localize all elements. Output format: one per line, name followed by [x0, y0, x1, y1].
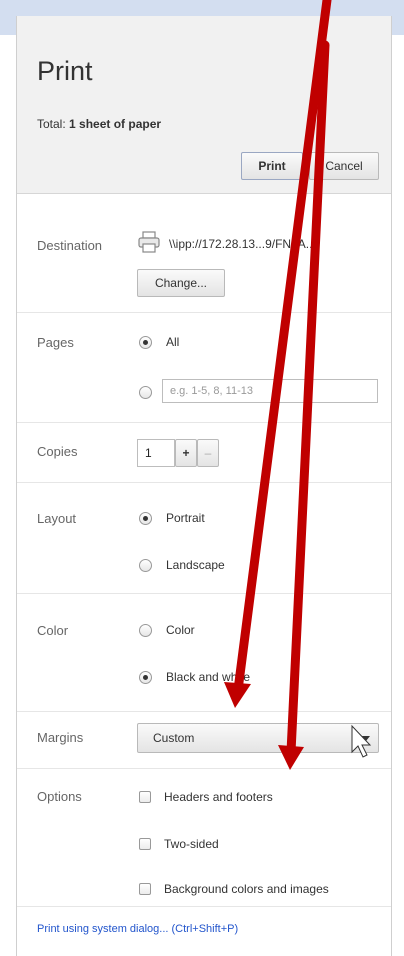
copies-label: Copies — [37, 444, 78, 459]
page-title: Print — [37, 56, 93, 86]
margins-label: Margins — [37, 730, 84, 745]
print-settings-panel: Print Total: 1 sheet of paper Print Canc… — [16, 16, 392, 956]
color-bw-radio[interactable] — [139, 671, 152, 684]
system-dialog-link[interactable]: Print using system dialog... (Ctrl+Shift… — [37, 923, 238, 935]
destination-label: Destination — [37, 238, 103, 253]
copies-input[interactable]: 1 — [137, 439, 175, 467]
copies-row: Copies 1 + – — [17, 423, 391, 483]
pages-range-radio[interactable] — [139, 386, 152, 399]
color-bw-label: Black and white — [166, 670, 251, 684]
pages-row: Pages All e.g. 1-5, 8, 11-13 — [17, 313, 391, 423]
printer-icon — [137, 231, 161, 258]
two-sided-checkbox[interactable] — [139, 838, 151, 850]
destination-row: Destination \\ipp://172.28.13...9/FNLA..… — [17, 194, 391, 313]
layout-landscape-label: Landscape — [166, 558, 225, 572]
options-label: Options — [37, 789, 82, 804]
color-row: Color Color Black and white — [17, 594, 391, 712]
layout-row: Layout Portrait Landscape — [17, 483, 391, 594]
copies-increment-button[interactable]: + — [175, 439, 197, 467]
total-value: 1 sheet of paper — [69, 117, 162, 131]
headers-footers-label: Headers and footers — [164, 790, 273, 804]
sheet-total: Total: 1 sheet of paper — [37, 117, 161, 131]
chevron-down-icon — [362, 736, 370, 741]
headers-footers-checkbox[interactable] — [139, 791, 151, 803]
layout-portrait-label: Portrait — [166, 511, 205, 525]
layout-portrait-radio[interactable] — [139, 512, 152, 525]
copies-decrement-button[interactable]: – — [197, 439, 219, 467]
pages-label: Pages — [37, 335, 74, 350]
background-graphics-checkbox[interactable] — [139, 883, 151, 895]
change-destination-button[interactable]: Change... — [137, 269, 225, 297]
options-row: Options Headers and footers Two-sided Ba… — [17, 769, 391, 907]
color-color-radio[interactable] — [139, 624, 152, 637]
total-prefix: Total: — [37, 117, 66, 131]
color-label: Color — [37, 623, 69, 638]
layout-landscape-radio[interactable] — [139, 559, 152, 572]
margins-row: Margins Custom — [17, 712, 391, 769]
print-button[interactable]: Print — [241, 152, 303, 180]
print-header: Print Total: 1 sheet of paper Print Canc… — [17, 16, 391, 194]
layout-label: Layout — [37, 511, 77, 526]
two-sided-label: Two-sided — [164, 837, 219, 851]
pages-range-input[interactable]: e.g. 1-5, 8, 11-13 — [162, 379, 378, 403]
cancel-button[interactable]: Cancel — [309, 152, 379, 180]
margins-select[interactable]: Custom — [137, 723, 379, 753]
pages-all-radio[interactable] — [139, 336, 152, 349]
margins-value: Custom — [153, 731, 195, 745]
destination-value: \\ipp://172.28.13...9/FNLA... — [169, 237, 316, 251]
pages-all-label: All — [166, 335, 180, 349]
color-color-label: Color — [166, 623, 195, 637]
background-graphics-label: Background colors and images — [164, 882, 329, 896]
